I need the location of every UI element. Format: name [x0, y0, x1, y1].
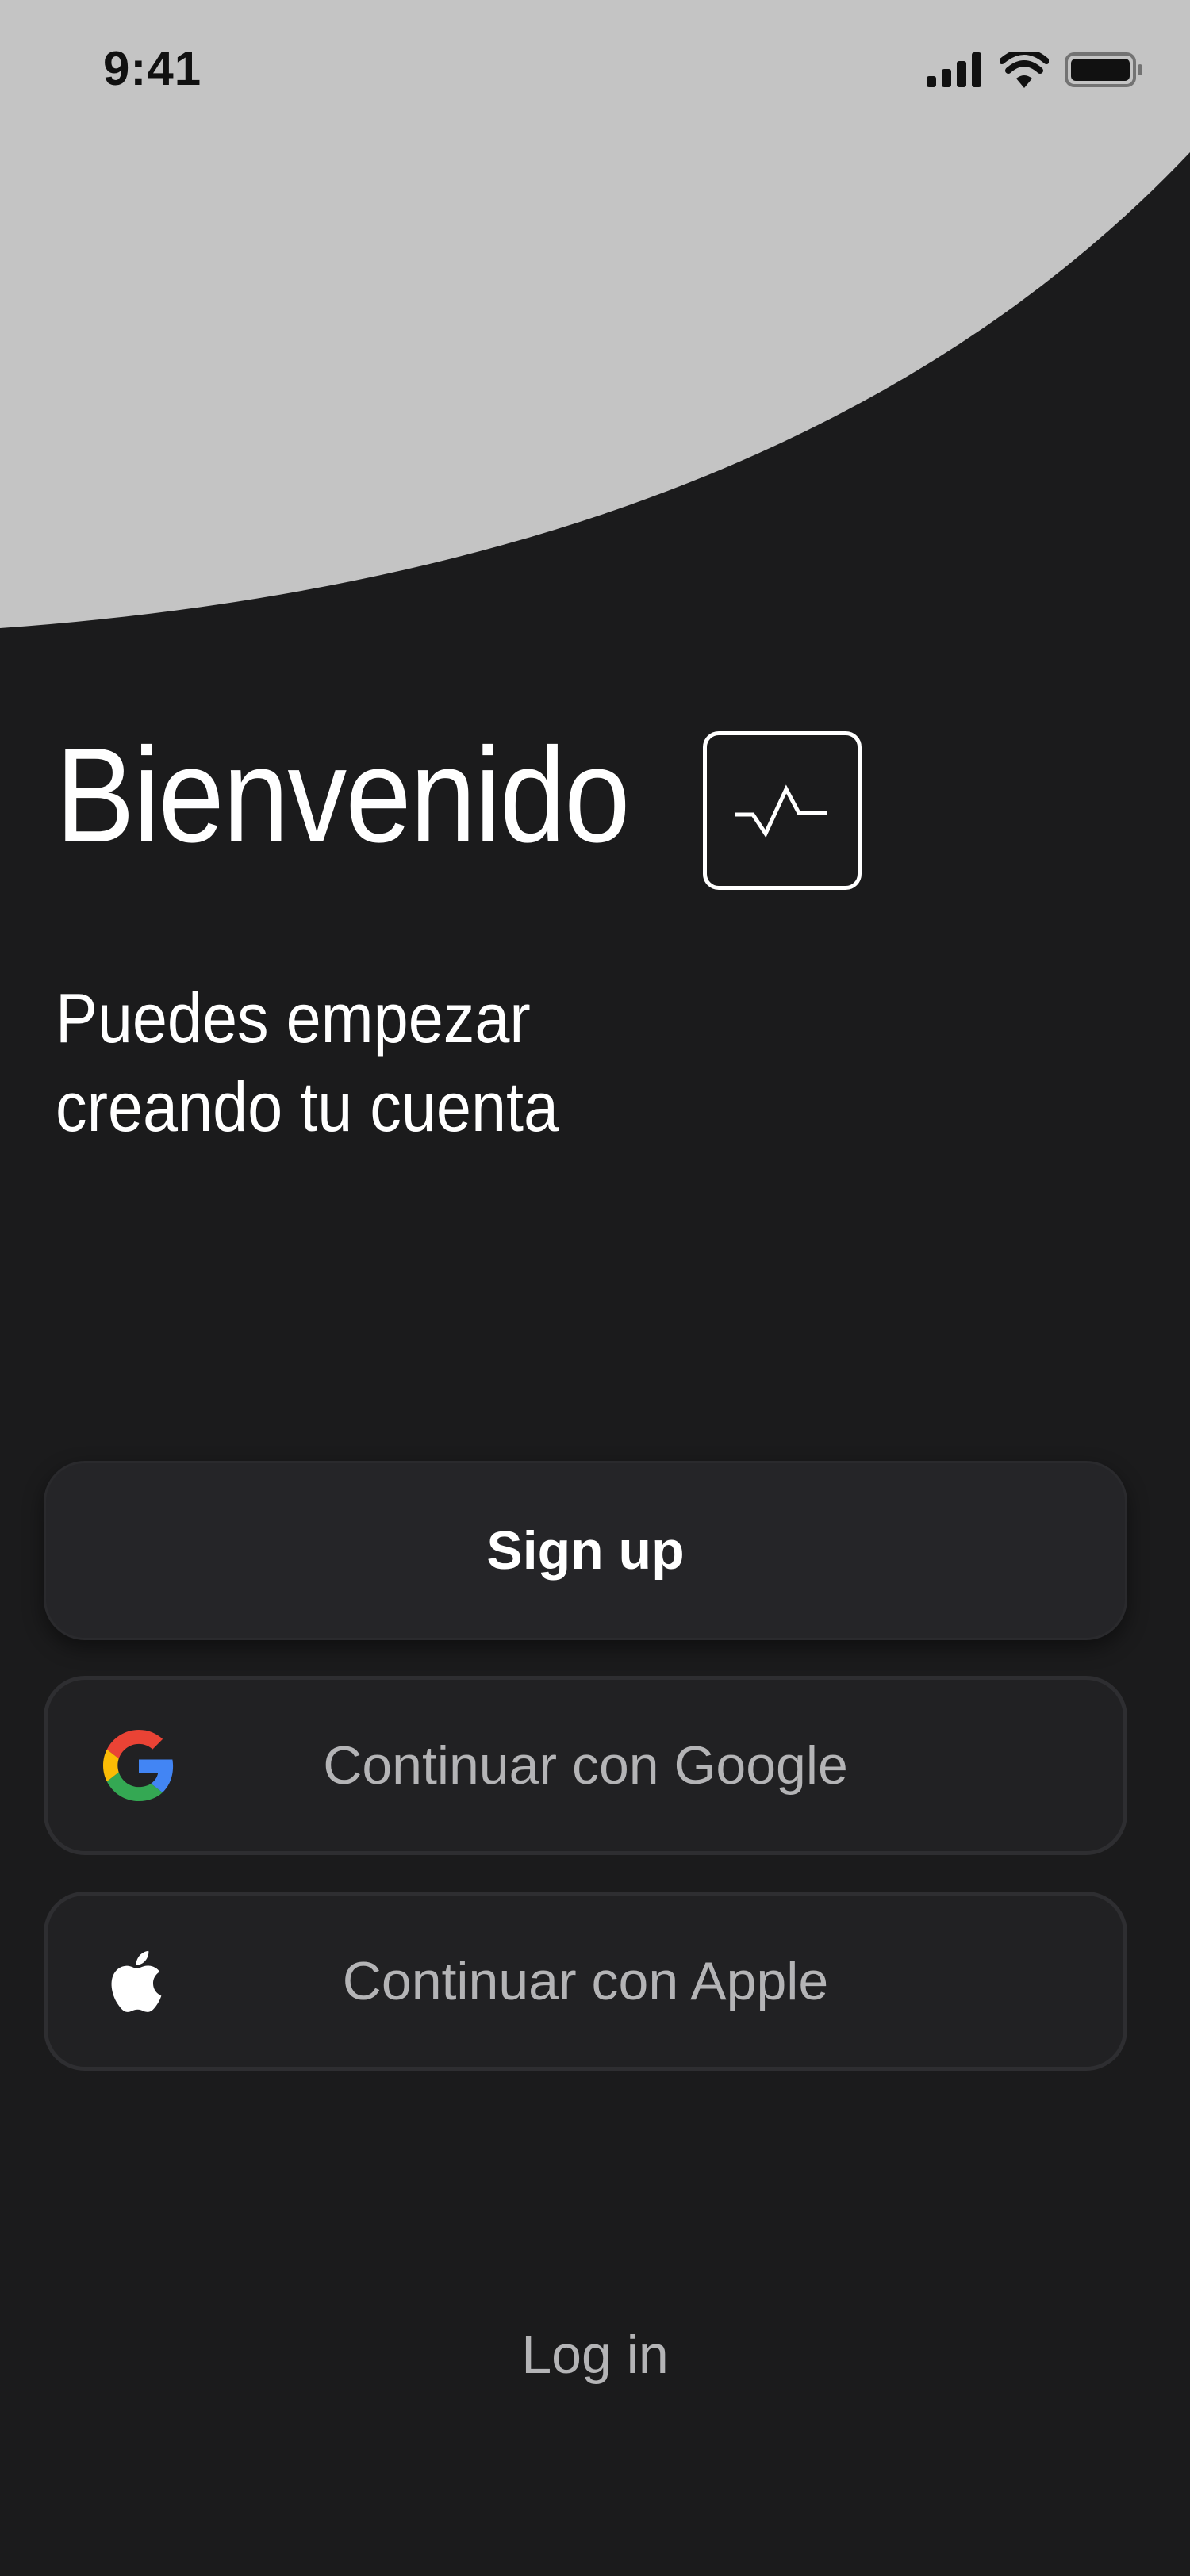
sign-up-button[interactable]: Sign up	[44, 1461, 1127, 1640]
status-icons	[927, 51, 1144, 89]
continue-with-google-button[interactable]: Continuar con Google	[44, 1676, 1127, 1855]
wifi-icon	[1000, 52, 1049, 88]
continue-with-apple-button[interactable]: Continuar con Apple	[44, 1892, 1127, 2071]
apple-button-label: Continuar con Apple	[342, 1951, 829, 2011]
welcome-title-row: Bienvenido	[56, 728, 707, 863]
cellular-signal-icon	[927, 52, 984, 87]
status-bar: 9:41	[0, 0, 1190, 143]
page-title: Bienvenido	[56, 720, 630, 871]
status-time: 9:41	[103, 42, 202, 95]
google-icon	[103, 1730, 175, 1801]
sign-up-label: Sign up	[486, 1520, 685, 1581]
welcome-subtitle: Puedes empezar creando tu cuenta	[56, 974, 698, 1152]
app-logo	[703, 731, 862, 890]
subtitle-line-1: Puedes empezar	[56, 979, 531, 1057]
battery-icon	[1065, 51, 1144, 89]
log-in-link[interactable]: Log in	[0, 2324, 1190, 2386]
welcome-screen: 9:41 Bienvenido Puedes empezar creando t…	[0, 0, 1190, 2576]
apple-icon	[103, 1945, 175, 2017]
subtitle-line-2: creando tu cuenta	[56, 1068, 559, 1146]
google-button-label: Continuar con Google	[323, 1735, 848, 1796]
